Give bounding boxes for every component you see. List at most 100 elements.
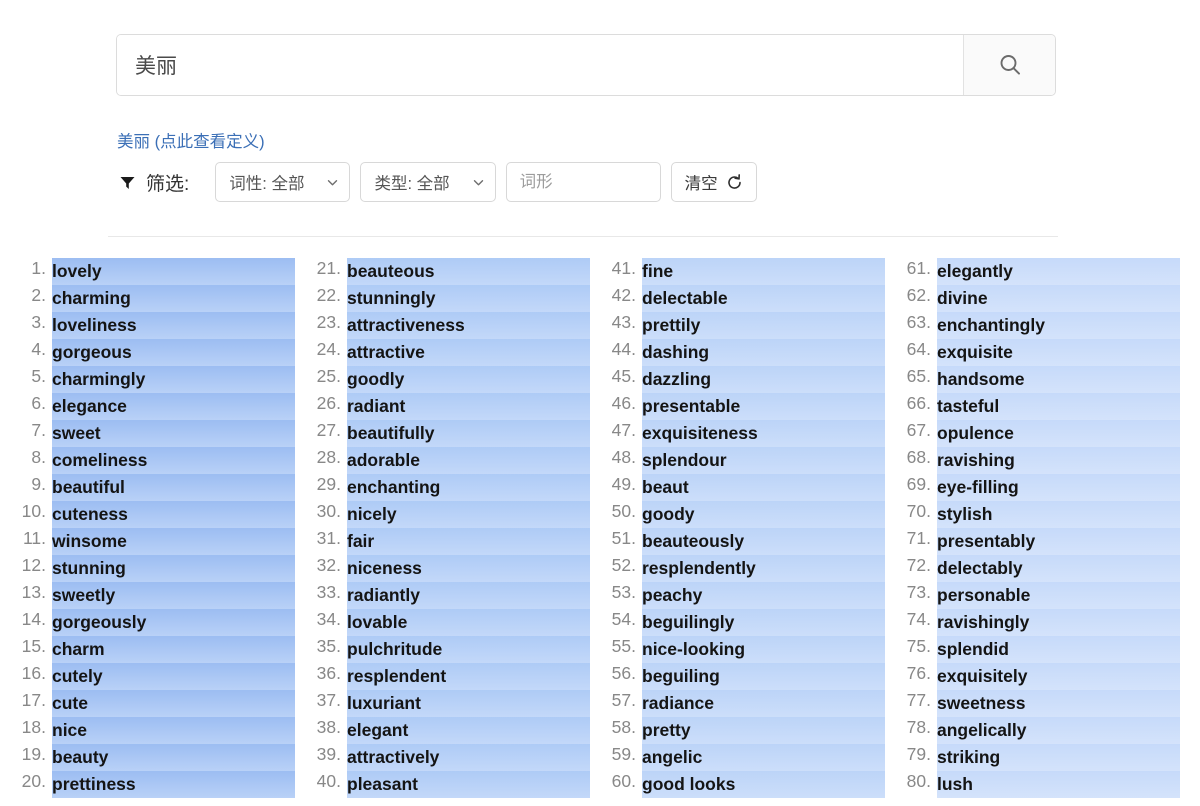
synonym-link[interactable]: tasteful	[937, 396, 999, 417]
synonym-link[interactable]: good looks	[642, 774, 735, 795]
synonym-link[interactable]: lovely	[52, 261, 102, 282]
synonym-link[interactable]: stylish	[937, 504, 992, 525]
synonym-link[interactable]: delectable	[642, 288, 728, 309]
synonym-link[interactable]: elegance	[52, 396, 127, 417]
synonym-link[interactable]: exquisite	[937, 342, 1013, 363]
synonym-link[interactable]: goodly	[347, 369, 404, 390]
synonym-link[interactable]: fair	[347, 531, 374, 552]
synonym-link[interactable]: attractiveness	[347, 315, 465, 336]
synonym-link[interactable]: resplendent	[347, 666, 446, 687]
synonym-link[interactable]: charm	[52, 639, 105, 660]
synonym-link[interactable]: peachy	[642, 585, 702, 606]
word-form-input[interactable]	[519, 172, 647, 192]
word-form-field[interactable]	[505, 162, 661, 202]
synonym-link[interactable]: beguiling	[642, 666, 720, 687]
synonym-link[interactable]: sweetly	[52, 585, 115, 606]
synonym-link[interactable]: beautifully	[347, 423, 435, 444]
synonym-link[interactable]: pretty	[642, 720, 691, 741]
list-item: 68. ravishing	[905, 447, 1180, 474]
list-item: 74. ravishingly	[905, 609, 1180, 636]
synonym-link[interactable]: nice-looking	[642, 639, 745, 660]
synonym-link[interactable]: dashing	[642, 342, 709, 363]
synonym-link[interactable]: niceness	[347, 558, 422, 579]
list-item-number: 56.	[611, 663, 636, 683]
synonym-link[interactable]: splendour	[642, 450, 727, 471]
synonym-link[interactable]: pleasant	[347, 774, 418, 795]
synonym-link[interactable]: radiance	[642, 693, 714, 714]
synonym-highlight: divine	[937, 285, 1180, 312]
synonym-link[interactable]: beaut	[642, 477, 689, 498]
synonym-link[interactable]: presentably	[937, 531, 1035, 552]
search-button[interactable]	[963, 35, 1055, 95]
synonym-link[interactable]: sweetness	[937, 693, 1026, 714]
search-input[interactable]	[117, 35, 963, 95]
pos-filter-select[interactable]: 词性: 全部	[215, 162, 351, 202]
synonym-highlight: splendour	[642, 447, 885, 474]
list-item-number: 59.	[611, 744, 636, 764]
synonym-link[interactable]: exquisitely	[937, 666, 1027, 687]
synonym-link[interactable]: ravishingly	[937, 612, 1029, 633]
synonym-link[interactable]: stunning	[52, 558, 126, 579]
synonym-link[interactable]: divine	[937, 288, 988, 309]
synonym-link[interactable]: ravishing	[937, 450, 1015, 471]
synonym-link[interactable]: presentable	[642, 396, 740, 417]
synonym-link[interactable]: lovable	[347, 612, 407, 633]
synonym-link[interactable]: nice	[52, 720, 87, 741]
synonym-link[interactable]: cutely	[52, 666, 103, 687]
synonym-link[interactable]: exquisiteness	[642, 423, 758, 444]
synonym-link[interactable]: eye-filling	[937, 477, 1019, 498]
synonym-link[interactable]: beauteous	[347, 261, 435, 282]
synonym-link[interactable]: nicely	[347, 504, 397, 525]
synonym-link[interactable]: resplendently	[642, 558, 756, 579]
synonym-link[interactable]: fine	[642, 261, 673, 282]
synonym-link[interactable]: angelic	[642, 747, 702, 768]
synonym-link[interactable]: attractively	[347, 747, 439, 768]
synonym-link[interactable]: loveliness	[52, 315, 137, 336]
list-item: 16. cutely	[20, 663, 295, 690]
synonym-link[interactable]: pulchritude	[347, 639, 442, 660]
definition-link[interactable]: 美丽 (点此查看定义)	[117, 128, 265, 152]
synonym-link[interactable]: enchantingly	[937, 315, 1045, 336]
synonym-link[interactable]: beautiful	[52, 477, 125, 498]
list-item: 70. stylish	[905, 501, 1180, 528]
synonym-link[interactable]: beguilingly	[642, 612, 734, 633]
synonym-link[interactable]: delectably	[937, 558, 1023, 579]
synonym-link[interactable]: goody	[642, 504, 695, 525]
clear-filters-button[interactable]: 清空	[670, 162, 757, 202]
synonym-link[interactable]: handsome	[937, 369, 1025, 390]
list-item: 75. splendid	[905, 636, 1180, 663]
synonym-link[interactable]: radiant	[347, 396, 405, 417]
synonym-link[interactable]: angelically	[937, 720, 1027, 741]
synonym-link[interactable]: gorgeously	[52, 612, 146, 633]
synonym-link[interactable]: beauty	[52, 747, 108, 768]
synonym-link[interactable]: striking	[937, 747, 1000, 768]
synonym-link[interactable]: comeliness	[52, 450, 147, 471]
synonym-link[interactable]: personable	[937, 585, 1030, 606]
synonym-link[interactable]: elegant	[347, 720, 408, 741]
synonym-link[interactable]: adorable	[347, 450, 420, 471]
synonym-highlight: sweetly	[52, 582, 295, 609]
synonym-link[interactable]: lush	[937, 774, 973, 795]
synonym-link[interactable]: charmingly	[52, 369, 145, 390]
synonym-link[interactable]: radiantly	[347, 585, 420, 606]
synonym-link[interactable]: dazzling	[642, 369, 711, 390]
synonym-link[interactable]: winsome	[52, 531, 127, 552]
synonym-link[interactable]: elegantly	[937, 261, 1013, 282]
synonym-link[interactable]: beauteously	[642, 531, 744, 552]
synonym-link[interactable]: prettily	[642, 315, 700, 336]
synonym-link[interactable]: prettiness	[52, 774, 136, 795]
synonym-link[interactable]: luxuriant	[347, 693, 421, 714]
synonym-link[interactable]: opulence	[937, 423, 1014, 444]
synonym-link[interactable]: stunningly	[347, 288, 435, 309]
synonym-link[interactable]: cute	[52, 693, 88, 714]
list-item-number: 27.	[316, 420, 341, 440]
type-filter-select[interactable]: 类型: 全部	[360, 162, 496, 202]
synonym-link[interactable]: sweet	[52, 423, 101, 444]
synonym-link[interactable]: gorgeous	[52, 342, 132, 363]
synonym-link[interactable]: charming	[52, 288, 131, 309]
synonym-link[interactable]: enchanting	[347, 477, 440, 498]
synonym-link[interactable]: cuteness	[52, 504, 128, 525]
synonym-highlight: radiance	[642, 690, 885, 717]
synonym-link[interactable]: splendid	[937, 639, 1009, 660]
synonym-link[interactable]: attractive	[347, 342, 425, 363]
